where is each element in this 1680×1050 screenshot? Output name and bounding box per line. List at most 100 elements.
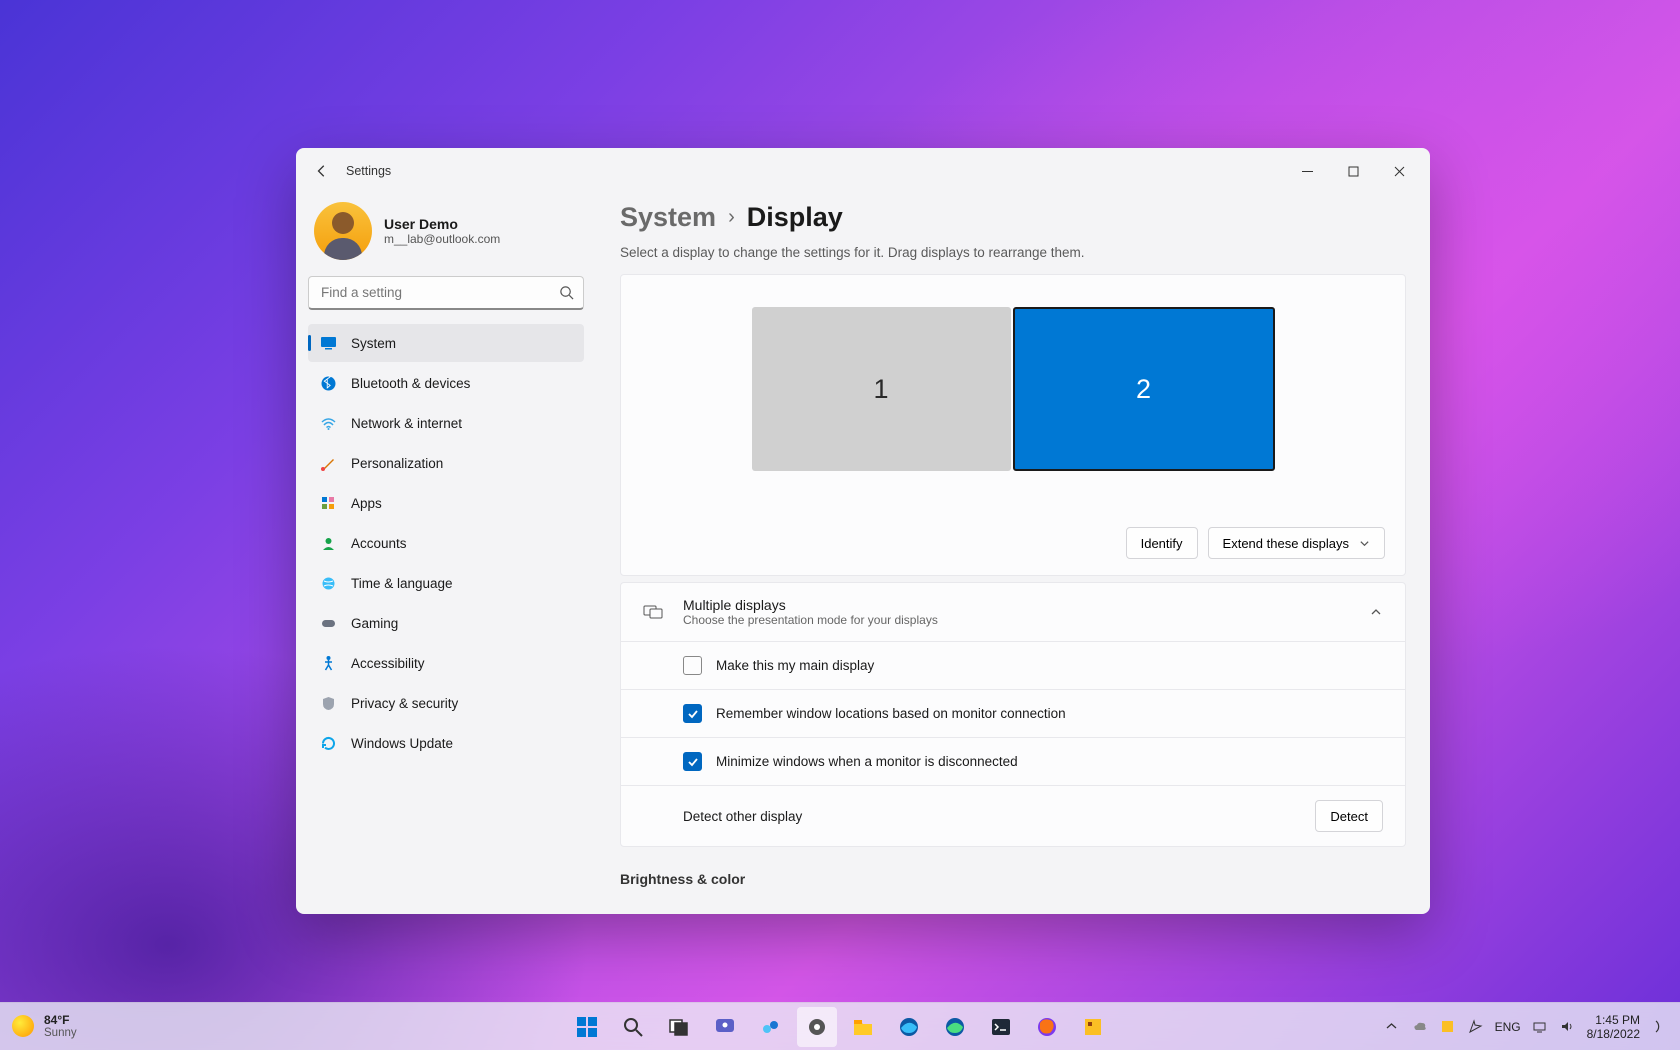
option-label: Minimize windows when a monitor is disco… xyxy=(716,754,1383,769)
back-button[interactable] xyxy=(304,153,340,189)
onedrive-icon[interactable] xyxy=(1411,1018,1429,1036)
sidebar-item-apps[interactable]: Apps xyxy=(308,484,584,522)
person-icon xyxy=(320,535,337,552)
language-indicator[interactable]: ENG xyxy=(1495,1020,1521,1034)
profile-name: User Demo xyxy=(384,216,500,232)
breadcrumb: System › Display xyxy=(620,202,1406,233)
gamepad-icon xyxy=(320,615,337,632)
checkbox-main-display[interactable] xyxy=(683,656,702,675)
sun-icon xyxy=(12,1015,34,1037)
search-button[interactable] xyxy=(613,1007,653,1047)
update-icon xyxy=(320,735,337,752)
shield-icon xyxy=(320,695,337,712)
display-icon xyxy=(320,335,337,352)
breadcrumb-parent[interactable]: System xyxy=(620,202,716,233)
sidebar-item-system[interactable]: System xyxy=(308,324,584,362)
maximize-button[interactable] xyxy=(1330,153,1376,189)
monitor-2[interactable]: 2 xyxy=(1013,307,1275,471)
network-tray-icon[interactable] xyxy=(1531,1018,1549,1036)
sidebar-item-accessibility[interactable]: Accessibility xyxy=(308,644,584,682)
avatar xyxy=(314,202,372,260)
sidebar-item-label: Apps xyxy=(351,496,382,511)
profile-email: m__lab@outlook.com xyxy=(384,232,500,246)
sidebar-item-bluetooth[interactable]: Bluetooth & devices xyxy=(308,364,584,402)
taskbar-clock[interactable]: 1:45 PM 8/18/2022 xyxy=(1587,1013,1640,1041)
clock-date: 8/18/2022 xyxy=(1587,1027,1640,1041)
main-content: System › Display Select a display to cha… xyxy=(596,194,1430,914)
location-icon[interactable] xyxy=(1467,1018,1485,1036)
system-tray: ENG 1:45 PM 8/18/2022 xyxy=(1383,1013,1668,1041)
start-button[interactable] xyxy=(567,1007,607,1047)
widgets-button[interactable] xyxy=(751,1007,791,1047)
monitor-1[interactable]: 1 xyxy=(752,307,1011,471)
search-input[interactable] xyxy=(308,276,584,310)
terminal-taskbar-icon[interactable] xyxy=(981,1007,1021,1047)
bluetooth-icon xyxy=(320,375,337,392)
checkbox-minimize-disconnect[interactable] xyxy=(683,752,702,771)
option-label: Make this my main display xyxy=(716,658,1383,673)
sidebar-item-personalization[interactable]: Personalization xyxy=(308,444,584,482)
weather-temp: 84°F xyxy=(44,1014,77,1027)
page-subtitle: Select a display to change the settings … xyxy=(620,245,1406,260)
chevron-right-icon: › xyxy=(728,206,735,229)
identify-button[interactable]: Identify xyxy=(1126,527,1198,559)
detect-label: Detect other display xyxy=(683,809,1301,824)
sidebar-nav: System Bluetooth & devices Network & int… xyxy=(308,324,584,762)
sidebar-item-label: Accessibility xyxy=(351,656,425,671)
edge-canary-taskbar-icon[interactable] xyxy=(935,1007,975,1047)
multiple-displays-header[interactable]: Multiple displays Choose the presentatio… xyxy=(621,583,1405,641)
brush-icon xyxy=(320,455,337,472)
accessibility-icon xyxy=(320,655,337,672)
firefox-taskbar-icon[interactable] xyxy=(1027,1007,1067,1047)
taskbar: 84°F Sunny ENG 1:45 PM 8/18/2022 xyxy=(0,1002,1680,1050)
taskbar-weather[interactable]: 84°F Sunny xyxy=(12,1014,77,1040)
task-view-button[interactable] xyxy=(659,1007,699,1047)
brightness-heading: Brightness & color xyxy=(620,871,1406,887)
app-taskbar-icon[interactable] xyxy=(1073,1007,1113,1047)
section-title: Multiple displays xyxy=(683,597,1349,613)
sidebar-item-update[interactable]: Windows Update xyxy=(308,724,584,762)
chat-button[interactable] xyxy=(705,1007,745,1047)
display-arrangement-panel: 1 2 Identify Extend these displays xyxy=(620,274,1406,576)
section-description: Choose the presentation mode for your di… xyxy=(683,613,1349,627)
edge-taskbar-icon[interactable] xyxy=(889,1007,929,1047)
user-profile[interactable]: User Demo m__lab@outlook.com xyxy=(308,194,584,276)
titlebar: Settings xyxy=(296,148,1430,194)
page-title: Display xyxy=(747,202,843,233)
checkbox-remember-locations[interactable] xyxy=(683,704,702,723)
tray-overflow[interactable] xyxy=(1383,1018,1401,1036)
search-icon xyxy=(559,285,574,300)
notifications-icon[interactable] xyxy=(1650,1018,1668,1036)
window-title: Settings xyxy=(346,164,391,178)
sidebar-item-label: Gaming xyxy=(351,616,398,631)
sidebar-item-label: Windows Update xyxy=(351,736,453,751)
detect-button[interactable]: Detect xyxy=(1315,800,1383,832)
displays-icon xyxy=(643,602,663,622)
sidebar-item-network[interactable]: Network & internet xyxy=(308,404,584,442)
minimize-button[interactable] xyxy=(1284,153,1330,189)
sidebar-item-label: Bluetooth & devices xyxy=(351,376,470,391)
row-minimize-disconnect: Minimize windows when a monitor is disco… xyxy=(621,737,1405,785)
multiple-displays-section: Multiple displays Choose the presentatio… xyxy=(620,582,1406,847)
chevron-down-icon xyxy=(1359,538,1370,549)
settings-window: Settings User Demo m__lab@outlook.com xyxy=(296,148,1430,914)
extend-displays-dropdown[interactable]: Extend these displays xyxy=(1208,527,1385,559)
explorer-taskbar-icon[interactable] xyxy=(843,1007,883,1047)
taskbar-center xyxy=(567,1007,1113,1047)
settings-taskbar-icon[interactable] xyxy=(797,1007,837,1047)
sidebar: User Demo m__lab@outlook.com System Blue… xyxy=(296,194,596,914)
weather-condition: Sunny xyxy=(44,1027,77,1040)
sidebar-item-label: Privacy & security xyxy=(351,696,458,711)
row-detect: Detect other display Detect xyxy=(621,785,1405,846)
clock-globe-icon xyxy=(320,575,337,592)
close-button[interactable] xyxy=(1376,153,1422,189)
sidebar-item-label: Accounts xyxy=(351,536,407,551)
sidebar-item-time[interactable]: Time & language xyxy=(308,564,584,602)
sidebar-item-privacy[interactable]: Privacy & security xyxy=(308,684,584,722)
volume-tray-icon[interactable] xyxy=(1559,1018,1577,1036)
sidebar-item-label: Time & language xyxy=(351,576,453,591)
sidebar-item-gaming[interactable]: Gaming xyxy=(308,604,584,642)
tray-app-icon[interactable] xyxy=(1439,1018,1457,1036)
row-remember-locations: Remember window locations based on monit… xyxy=(621,689,1405,737)
sidebar-item-accounts[interactable]: Accounts xyxy=(308,524,584,562)
